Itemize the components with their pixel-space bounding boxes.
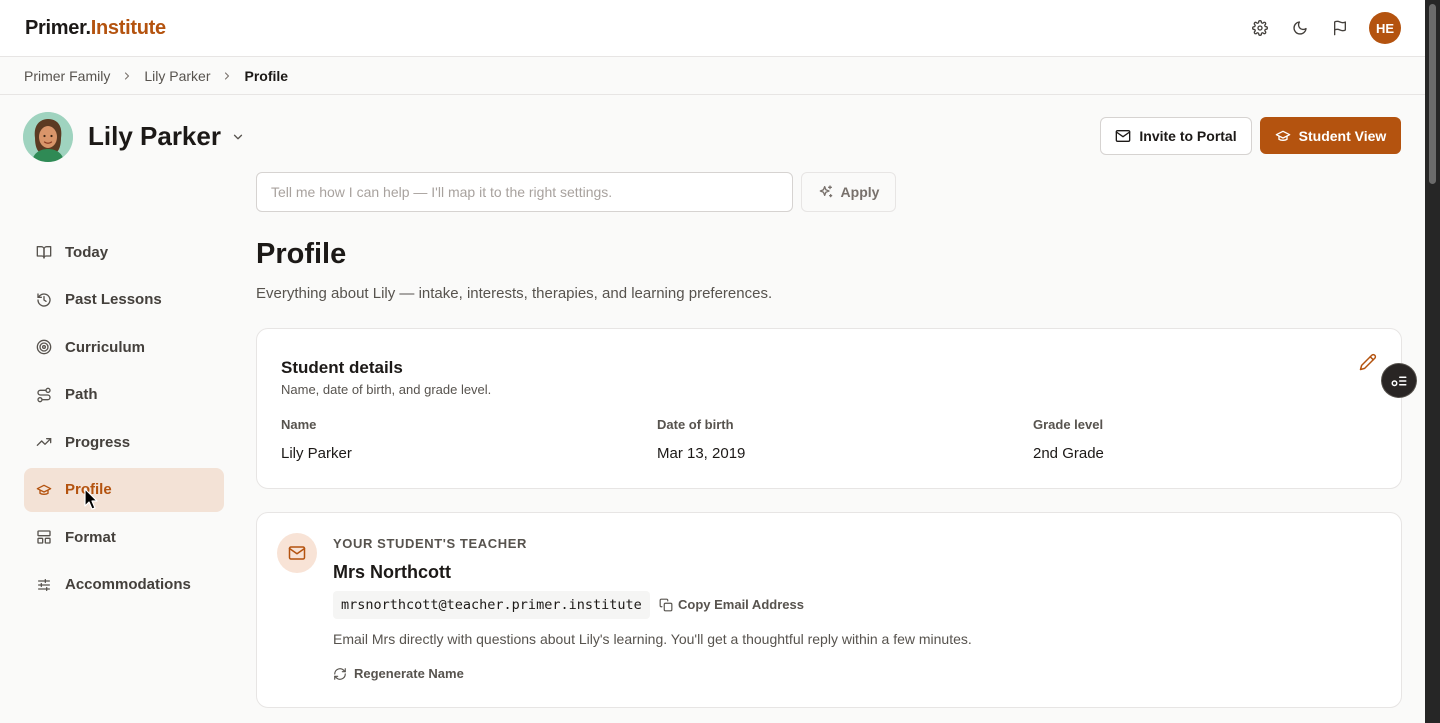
chevron-right-icon xyxy=(121,70,133,82)
mail-icon xyxy=(1115,128,1131,144)
refresh-icon xyxy=(333,667,347,681)
field-value: 2nd Grade xyxy=(1033,445,1104,462)
field-label: Grade level xyxy=(1033,417,1104,432)
top-bar: Primer.Institute HE xyxy=(0,0,1425,57)
sidebar-item-label: Format xyxy=(65,528,116,546)
card-title: Student details xyxy=(281,358,403,377)
book-open-icon xyxy=(36,244,52,260)
teacher-kicker: YOUR STUDENT'S TEACHER xyxy=(333,536,527,551)
student-avatar[interactable] xyxy=(23,112,73,162)
list-toggle-icon xyxy=(1390,372,1408,390)
sidebar-item-profile[interactable]: Profile xyxy=(24,467,224,512)
invite-to-portal-button[interactable]: Invite to Portal xyxy=(1100,117,1252,155)
breadcrumb-family[interactable]: Primer Family xyxy=(24,68,110,84)
trending-up-icon xyxy=(36,434,52,450)
mail-icon xyxy=(277,533,317,573)
floating-assistant-button[interactable] xyxy=(1381,363,1417,398)
sidebar-item-accommodations[interactable]: Accommodations xyxy=(24,563,224,607)
history-icon xyxy=(36,292,52,308)
graduation-cap-icon xyxy=(1275,128,1291,144)
sidebar-item-label: Path xyxy=(65,386,98,403)
field-value: Lily Parker xyxy=(281,445,352,462)
field-label: Name xyxy=(281,417,317,432)
sliders-icon xyxy=(36,577,52,593)
moon-icon[interactable] xyxy=(1287,12,1313,44)
teacher-email[interactable]: mrsnorthcott@teacher.primer.institute xyxy=(333,591,650,619)
breadcrumb-student[interactable]: Lily Parker xyxy=(144,68,210,84)
assistant-input[interactable] xyxy=(256,172,793,212)
brand-name-part2: Institute xyxy=(90,17,166,39)
layout-icon xyxy=(36,529,52,545)
flag-icon[interactable] xyxy=(1327,12,1353,44)
graduation-cap-icon xyxy=(36,482,52,498)
sidebar-item-format[interactable]: Format xyxy=(24,515,224,559)
mouse-cursor-icon xyxy=(84,488,98,510)
sidebar-item-today[interactable]: Today xyxy=(24,230,224,274)
field-name: Name Lily Parker xyxy=(281,417,352,462)
teacher-name: Mrs Northcott xyxy=(333,562,451,582)
brand-logo[interactable]: Primer.Institute xyxy=(25,17,166,40)
breadcrumb-bar: Primer Family Lily Parker Profile xyxy=(0,57,1425,95)
field-grade-level: Grade level 2nd Grade xyxy=(1033,417,1104,462)
teacher-card: YOUR STUDENT'S TEACHER Mrs Northcott mrs… xyxy=(256,512,1402,708)
target-icon xyxy=(36,339,52,355)
copy-icon xyxy=(659,598,673,612)
sidebar-item-label: Curriculum xyxy=(65,338,146,356)
sidebar-item-path[interactable]: Path xyxy=(24,373,224,417)
settings-icon[interactable] xyxy=(1247,12,1273,44)
copy-email-button[interactable]: Copy Email Address xyxy=(659,597,804,612)
student-view-label: Student View xyxy=(1298,127,1387,144)
user-avatar[interactable]: HE xyxy=(1369,12,1401,44)
apply-label: Apply xyxy=(840,184,880,200)
sidebar-item-label: Progress xyxy=(65,433,131,451)
card-subtitle: Name, date of birth, and grade level. xyxy=(281,382,492,397)
page-subtitle: Everything about Lily — intake, interest… xyxy=(256,285,773,302)
page-scrollbar[interactable] xyxy=(1425,0,1440,723)
top-actions: HE xyxy=(1247,12,1401,44)
page-title: Profile xyxy=(256,238,347,270)
student-view-button[interactable]: Student View xyxy=(1260,117,1401,154)
breadcrumb: Primer Family Lily Parker Profile xyxy=(24,68,288,84)
route-icon xyxy=(36,387,52,403)
sidebar-item-label: Accommodations xyxy=(65,576,191,593)
pencil-icon[interactable] xyxy=(1359,353,1377,371)
breadcrumb-current: Profile xyxy=(244,68,289,84)
field-value: Mar 13, 2019 xyxy=(657,445,746,462)
sidebar-item-label: Past Lessons xyxy=(65,291,162,308)
field-date-of-birth: Date of birth Mar 13, 2019 xyxy=(657,417,745,462)
sparkles-icon xyxy=(818,184,834,200)
student-name: Lily Parker xyxy=(88,121,221,151)
chevron-down-icon xyxy=(231,130,245,144)
scrollbar-thumb[interactable] xyxy=(1429,4,1436,184)
teacher-note: Email Mrs directly with questions about … xyxy=(333,631,972,647)
brand-name-part1: Primer. xyxy=(25,17,91,39)
apply-button[interactable]: Apply xyxy=(801,172,896,212)
sidebar-item-past-lessons[interactable]: Past Lessons xyxy=(24,278,224,322)
invite-label: Invite to Portal xyxy=(1139,128,1237,144)
copy-email-label: Copy Email Address xyxy=(678,597,804,612)
regenerate-label: Regenerate Name xyxy=(354,666,464,681)
sidebar-item-progress[interactable]: Progress xyxy=(24,420,224,464)
regenerate-name-button[interactable]: Regenerate Name xyxy=(333,666,464,681)
sidebar-item-curriculum[interactable]: Curriculum xyxy=(24,325,224,369)
student-switcher[interactable]: Lily Parker xyxy=(88,121,245,152)
student-details-card: Student details Name, date of birth, and… xyxy=(256,328,1402,489)
sidebar-nav: Today Past Lessons Curriculum Path Progr… xyxy=(24,230,224,610)
chevron-right-icon xyxy=(221,70,233,82)
field-label: Date of birth xyxy=(657,417,734,432)
sidebar-item-label: Today xyxy=(65,243,109,261)
